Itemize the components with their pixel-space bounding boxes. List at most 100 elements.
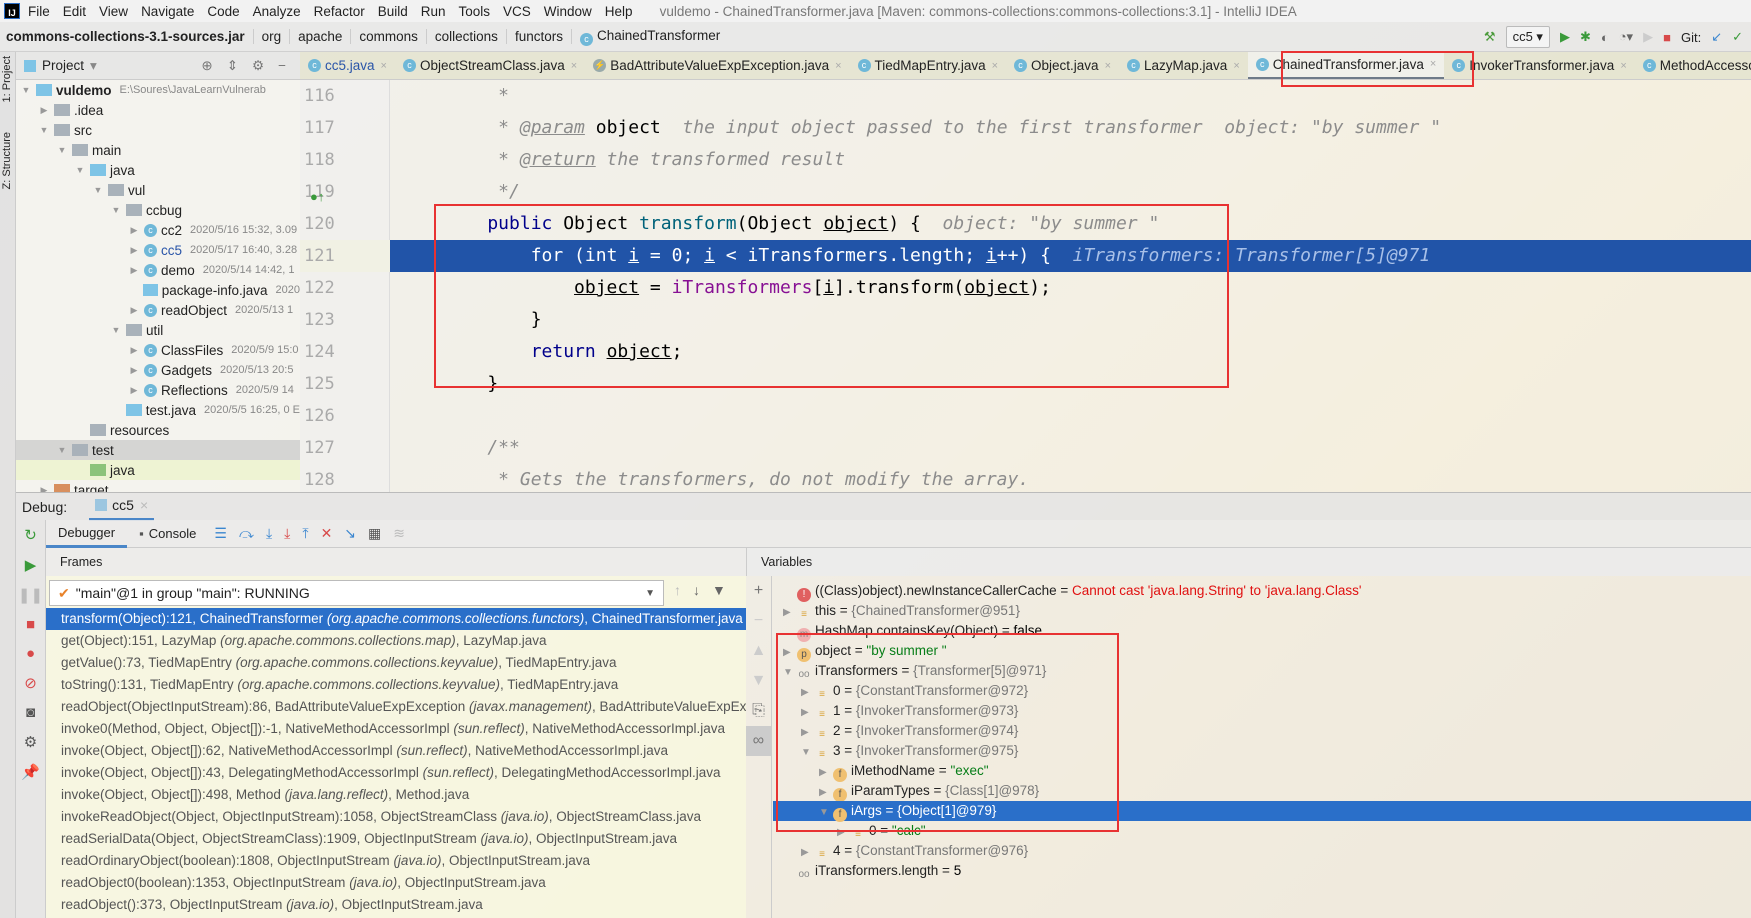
collapsed-arrow-icon[interactable]: ▶ <box>801 843 815 863</box>
stack-frame[interactable]: invoke0(Method, Object, Object[]):-1, Na… <box>46 718 746 740</box>
stack-frame[interactable]: toString():131, TiedMapEntry (org.apache… <box>46 674 746 696</box>
add-watch-icon[interactable]: + <box>746 576 771 606</box>
evaluate-expression-icon[interactable]: ▦ <box>368 525 381 542</box>
variable-row[interactable]: ▶ f iMethodName = "exec" <box>773 761 1751 783</box>
tab-tiedmapentry[interactable]: c TiedMapEntry.java × <box>850 52 1006 79</box>
stack-frame[interactable]: invoke(Object, Object[]):498, Method (ja… <box>46 784 746 806</box>
variable-row[interactable]: ▶ ≡ 4 = {ConstantTransformer@976} <box>773 841 1751 861</box>
structure-tool-tab[interactable]: Z: Structure <box>1 132 13 189</box>
expanded-arrow-icon[interactable]: ▼ <box>20 85 32 95</box>
tab-lazymap[interactable]: c LazyMap.java × <box>1119 52 1248 79</box>
up-icon[interactable]: ▲ <box>746 636 771 666</box>
menu-file[interactable]: File <box>28 4 50 19</box>
thread-select[interactable]: ✔ "main"@1 in group "main": RUNNING ▼ <box>49 580 664 606</box>
stack-frame[interactable]: invoke(Object, Object[]):43, DelegatingM… <box>46 762 746 784</box>
tree-item-gadgets[interactable]: ▶ c Gadgets 2020/5/13 20:5 <box>16 360 300 380</box>
close-icon[interactable]: × <box>992 60 998 72</box>
tree-item-demo[interactable]: ▶ c demo 2020/5/14 14:42, 1 <box>16 260 300 280</box>
close-icon[interactable]: × <box>1233 60 1239 72</box>
menu-tools[interactable]: Tools <box>459 4 491 19</box>
git-update-icon[interactable]: ↙ <box>1711 29 1722 45</box>
tree-item-package-info-java[interactable]: package-info.java 2020 <box>16 280 300 300</box>
tree-item-vul[interactable]: ▼ vul <box>16 180 300 200</box>
stack-frame[interactable]: readObject():373, ObjectInputStream (jav… <box>46 894 746 916</box>
tree-item-vuldemo[interactable]: ▼ vuldemo E:\Soures\JavaLearnVulnerab <box>16 80 300 100</box>
stack-frame[interactable]: readOrdinaryObject(boolean):1808, Object… <box>46 850 746 872</box>
collapsed-arrow-icon[interactable]: ▶ <box>819 763 833 783</box>
close-icon[interactable]: × <box>571 60 577 72</box>
collapsed-arrow-icon[interactable]: ▶ <box>38 105 50 116</box>
debug-icon[interactable]: ✱ <box>1580 29 1591 45</box>
expanded-arrow-icon[interactable]: ▼ <box>110 325 122 335</box>
menu-build[interactable]: Build <box>378 4 408 19</box>
variable-row[interactable]: ▼ ≡ 3 = {InvokerTransformer@975} <box>773 741 1751 761</box>
build-hammer-icon[interactable]: ⚒ <box>1484 29 1496 45</box>
variable-row[interactable]: m HashMap.containsKey(Object) = false <box>773 621 1751 642</box>
collapsed-arrow-icon[interactable]: ▶ <box>128 385 140 396</box>
close-icon[interactable]: × <box>1105 60 1111 72</box>
menu-view[interactable]: View <box>99 4 128 19</box>
expanded-arrow-icon[interactable]: ▼ <box>56 145 68 155</box>
breadcrumb-item[interactable]: collections <box>427 29 507 44</box>
tab-debugger[interactable]: Debugger <box>46 520 128 548</box>
coverage-icon[interactable]: ◐ <box>1601 30 1609 45</box>
breadcrumb-item[interactable]: org <box>254 29 291 44</box>
code-editor[interactable]: 116 * 117 * @param object the input objec… <box>300 80 1751 492</box>
variable-row[interactable]: ▶ p object = "by summer " <box>773 641 1751 662</box>
project-tool-tab[interactable]: 1: Project <box>1 56 13 102</box>
variable-row[interactable]: ▼ f iArgs = {Object[1]@979} <box>773 801 1751 822</box>
camera-icon[interactable]: ◙ <box>26 704 35 721</box>
git-commit-icon[interactable]: ✓ <box>1732 29 1743 45</box>
show-watches-icon[interactable]: ∞ <box>746 726 771 756</box>
expanded-arrow-icon[interactable]: ▼ <box>783 663 797 683</box>
tree-item-reflections[interactable]: ▶ c Reflections 2020/5/9 14 <box>16 380 300 400</box>
menu-vcs[interactable]: VCS <box>503 4 531 19</box>
menu-help[interactable]: Help <box>605 4 633 19</box>
tab-object[interactable]: c Object.java × <box>1006 52 1119 79</box>
tree-item-java[interactable]: java <box>16 460 300 480</box>
breadcrumb-item[interactable]: apache <box>290 29 352 44</box>
collapsed-arrow-icon[interactable]: ▶ <box>128 225 140 236</box>
up-arrow-icon[interactable]: ↑ <box>674 582 681 598</box>
copy-icon[interactable]: ⎘ <box>746 696 771 726</box>
tab-cc5[interactable]: c cc5.java × <box>300 52 395 79</box>
close-icon[interactable]: × <box>835 60 841 72</box>
collapsed-arrow-icon[interactable]: ▶ <box>128 245 140 256</box>
variable-row[interactable]: ▶ ≡ 0 = "calc" <box>773 821 1751 841</box>
tree-item-util[interactable]: ▼ util <box>16 320 300 340</box>
run-config-select[interactable]: cc5 ▾ <box>1505 26 1550 48</box>
tree-item-target[interactable]: ▶ target <box>16 480 300 492</box>
tree-item-cc5[interactable]: ▶ c cc5 2020/5/17 16:40, 3.28 <box>16 240 300 260</box>
down-icon[interactable]: ▼ <box>746 666 771 696</box>
run-icon[interactable]: ▶ <box>1560 29 1570 45</box>
resume-icon[interactable]: ▶ <box>25 556 37 574</box>
tree-item-src[interactable]: ▼ src <box>16 120 300 140</box>
trace-icon[interactable]: ≋ <box>393 525 405 542</box>
expanded-arrow-icon[interactable]: ▼ <box>74 165 86 175</box>
variable-row[interactable]: ▶ ≡ 2 = {InvokerTransformer@974} <box>773 721 1751 741</box>
force-step-into-icon[interactable]: ⤓ <box>284 525 290 542</box>
variable-row[interactable]: ▶ ≡ 0 = {ConstantTransformer@972} <box>773 681 1751 701</box>
close-icon[interactable]: × <box>1430 58 1436 70</box>
stop-icon[interactable]: ■ <box>1663 30 1671 45</box>
profile-icon[interactable]: ◔▾ <box>1619 29 1633 45</box>
breadcrumb-item[interactable]: commons <box>351 29 427 44</box>
collapsed-arrow-icon[interactable]: ▶ <box>128 305 140 316</box>
collapsed-arrow-icon[interactable]: ▶ <box>38 485 50 493</box>
menu-window[interactable]: Window <box>544 4 592 19</box>
show-execution-point-icon[interactable]: ☰ <box>214 525 227 542</box>
stack-frame[interactable]: transform(Object):121, ChainedTransforme… <box>46 608 746 630</box>
collapsed-arrow-icon[interactable]: ▶ <box>801 683 815 703</box>
stack-frame[interactable]: invokeReadObject(Object, ObjectInputStre… <box>46 806 746 828</box>
tab-badattributevalueexpexception[interactable]: ⚡ BadAttributeValueExpException.java × <box>585 52 849 79</box>
stack-frame[interactable]: getValue():73, TiedMapEntry (org.apache.… <box>46 652 746 674</box>
close-icon[interactable]: × <box>140 497 148 513</box>
remove-watch-icon[interactable]: − <box>746 606 771 636</box>
debug-session-tab[interactable]: cc5 × <box>89 493 155 521</box>
down-arrow-icon[interactable]: ↓ <box>693 582 700 598</box>
view-breakpoints-icon[interactable]: ● <box>26 645 35 662</box>
tab-objectstreamclass[interactable]: c ObjectStreamClass.java × <box>395 52 585 79</box>
step-over-icon[interactable]: ⤼ <box>239 525 254 542</box>
tree-item-classfiles[interactable]: ▶ c ClassFiles 2020/5/9 15:0 <box>16 340 300 360</box>
stack-frame[interactable]: get(Object):151, LazyMap (org.apache.com… <box>46 630 746 652</box>
